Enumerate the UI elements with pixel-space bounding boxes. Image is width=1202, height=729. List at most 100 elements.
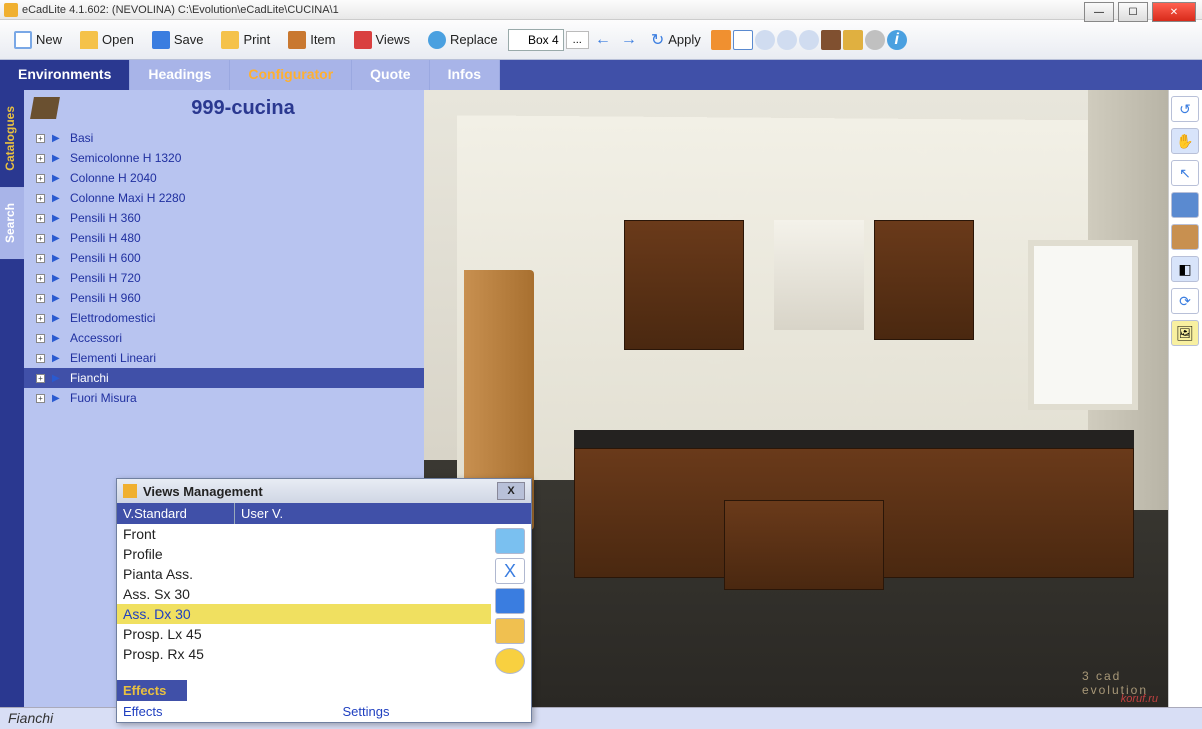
tree-item[interactable]: +Colonne Maxi H 2280 [24, 188, 424, 208]
picture-icon[interactable]: 🖼 [1171, 320, 1199, 346]
tree-item[interactable]: +Pensili H 480 [24, 228, 424, 248]
pan-icon[interactable]: ✋ [1171, 128, 1199, 154]
expand-icon[interactable]: + [36, 234, 45, 243]
material-icon[interactable] [1171, 224, 1199, 250]
tree-item[interactable]: +Fuori Misura [24, 388, 424, 408]
replace-button[interactable]: Replace [420, 27, 506, 53]
box3d-icon[interactable] [711, 30, 731, 50]
tab-quote[interactable]: Quote [352, 60, 429, 90]
col-standard[interactable]: V.Standard [117, 503, 235, 524]
expand-icon[interactable]: + [36, 134, 45, 143]
tab-environments[interactable]: Environments [0, 60, 130, 90]
grid-icon[interactable] [733, 30, 753, 50]
expand-icon[interactable]: + [36, 314, 45, 323]
expand-icon[interactable]: + [36, 294, 45, 303]
tree-item[interactable]: +Colonne H 2040 [24, 168, 424, 188]
view-item[interactable]: Front [117, 524, 491, 544]
effects-tab[interactable]: Effects [117, 678, 187, 701]
rotate-icon[interactable]: ⟳ [1171, 288, 1199, 314]
view-item[interactable]: Prosp. Lx 45 [117, 624, 491, 644]
view-item[interactable]: Profile [117, 544, 491, 564]
new-button[interactable]: New [6, 27, 70, 53]
measure-icon[interactable] [1171, 192, 1199, 218]
layers-icon[interactable]: ◧ [1171, 256, 1199, 282]
print-button[interactable]: Print [213, 27, 278, 53]
view-item[interactable]: Ass. Dx 30 [117, 604, 491, 624]
app-icon [4, 3, 18, 17]
popup-open-icon[interactable] [495, 528, 525, 554]
expand-icon[interactable]: + [36, 194, 45, 203]
expand-icon[interactable]: + [36, 334, 45, 343]
save-button[interactable]: Save [144, 27, 212, 53]
expand-icon[interactable]: + [36, 354, 45, 363]
tree-item[interactable]: +Basi [24, 128, 424, 148]
sidetab-search[interactable]: Search [0, 187, 24, 259]
tool2-icon[interactable] [843, 30, 863, 50]
replace-label: Replace [450, 32, 498, 47]
apply-button[interactable]: ↻Apply [643, 26, 709, 54]
print-icon [221, 31, 239, 49]
expand-icon[interactable]: + [36, 174, 45, 183]
box-input[interactable] [508, 29, 564, 51]
popup-header[interactable]: Views Management X [117, 479, 531, 503]
effects-link[interactable]: Effects [123, 704, 163, 719]
gear-icon[interactable] [865, 30, 885, 50]
dots-button[interactable]: ... [566, 31, 589, 49]
tree-item[interactable]: +Pensili H 600 [24, 248, 424, 268]
view-item[interactable]: Ass. Sx 30 [117, 584, 491, 604]
maximize-button[interactable]: ☐ [1118, 2, 1148, 22]
title-text: eCadLite 4.1.602: (NEVOLINA) C:\Evolutio… [22, 4, 339, 16]
expand-icon[interactable]: + [36, 254, 45, 263]
tab-configurator[interactable]: Configurator [230, 60, 352, 90]
views-icon [354, 31, 372, 49]
tree-item[interactable]: +Fianchi [24, 368, 424, 388]
tree-item[interactable]: +Elettrodomestici [24, 308, 424, 328]
minimize-button[interactable]: — [1084, 2, 1114, 22]
back-arrow-icon[interactable]: ← [591, 31, 615, 49]
wall-cabinet-1 [624, 220, 744, 350]
expand-icon[interactable]: + [36, 394, 45, 403]
popup-folder-icon[interactable] [495, 618, 525, 644]
undo-icon[interactable]: ↺ [1171, 96, 1199, 122]
zoom-out-icon[interactable] [799, 30, 819, 50]
cube-icon [30, 97, 60, 119]
tab-headings[interactable]: Headings [130, 60, 230, 90]
popup-save-icon[interactable] [495, 588, 525, 614]
cursor-icon[interactable]: ↖ [1171, 160, 1199, 186]
popup-delete-icon[interactable]: X [495, 558, 525, 584]
tool1-icon[interactable] [821, 30, 841, 50]
view-item[interactable]: Pianta Ass. [117, 564, 491, 584]
tree-item[interactable]: +Elementi Lineari [24, 348, 424, 368]
save-label: Save [174, 32, 204, 47]
zoom-fit-icon[interactable] [755, 30, 775, 50]
viewport-3d[interactable]: 3 cadevolution koruf.ru [424, 90, 1168, 707]
settings-link[interactable]: Settings [343, 704, 390, 719]
tree-item[interactable]: +Pensili H 720 [24, 268, 424, 288]
views-button[interactable]: Views [346, 27, 418, 53]
tab-infos[interactable]: Infos [430, 60, 500, 90]
zoom-in-icon[interactable] [777, 30, 797, 50]
sidetab-catalogues[interactable]: Catalogues [0, 90, 24, 187]
expand-icon[interactable]: + [36, 154, 45, 163]
col-user[interactable]: User V. [235, 503, 289, 524]
tree-item[interactable]: +Semicolonne H 1320 [24, 148, 424, 168]
item-icon [288, 31, 306, 49]
info-icon[interactable]: i [887, 30, 907, 50]
expand-icon[interactable]: + [36, 274, 45, 283]
tree-item[interactable]: +Pensili H 360 [24, 208, 424, 228]
print-label: Print [243, 32, 270, 47]
view-item[interactable]: Prosp. Rx 45 [117, 644, 491, 664]
popup-icon-column: X [491, 524, 531, 678]
forward-arrow-icon[interactable]: → [617, 31, 641, 49]
popup-close-button[interactable]: X [497, 482, 525, 500]
popup-sun-icon[interactable] [495, 648, 525, 674]
item-button[interactable]: Item [280, 27, 343, 53]
new-label: New [36, 32, 62, 47]
close-button[interactable]: ✕ [1152, 2, 1196, 22]
open-icon [80, 31, 98, 49]
open-button[interactable]: Open [72, 27, 142, 53]
tree-item[interactable]: +Accessori [24, 328, 424, 348]
expand-icon[interactable]: + [36, 374, 45, 383]
tree-item[interactable]: +Pensili H 960 [24, 288, 424, 308]
expand-icon[interactable]: + [36, 214, 45, 223]
